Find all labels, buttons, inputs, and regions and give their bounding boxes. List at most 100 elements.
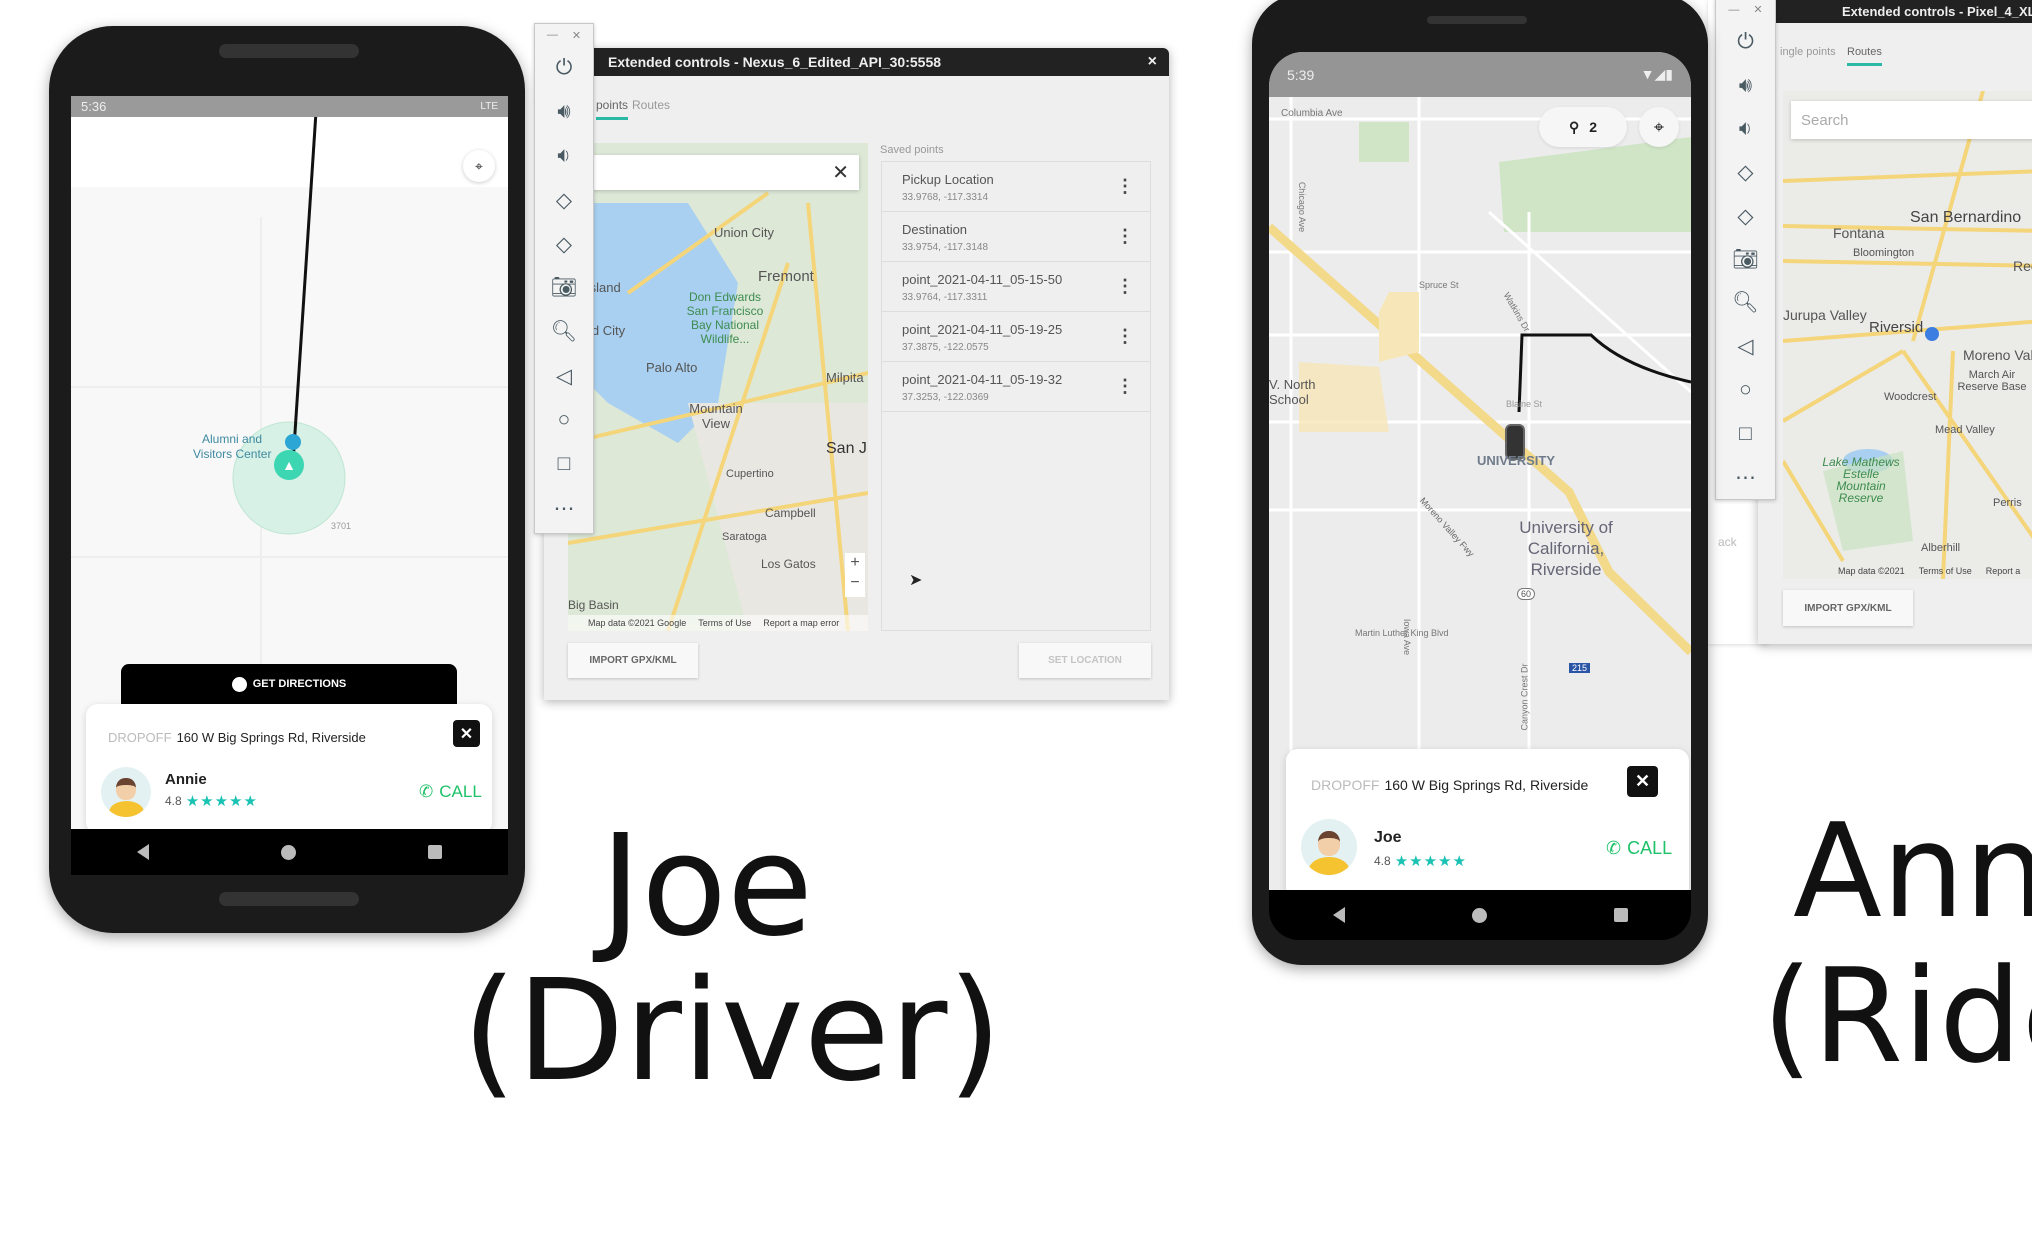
- home-icon[interactable]: ○: [558, 398, 571, 442]
- close-icon[interactable]: ✕: [572, 29, 581, 42]
- recents-icon[interactable]: [428, 845, 442, 859]
- rotate-left-icon[interactable]: ◇: [556, 178, 572, 222]
- status-bar: 5:39 ▼◢▮: [1269, 52, 1691, 97]
- kebab-menu-icon[interactable]: ⋮: [1116, 176, 1134, 197]
- kebab-menu-icon[interactable]: ⋮: [1116, 376, 1134, 397]
- volume-down-icon[interactable]: 🔉︎: [557, 134, 570, 178]
- camera-icon[interactable]: 📷︎: [551, 266, 578, 310]
- rotate-right-icon[interactable]: ◇: [556, 222, 572, 266]
- tab-single-points[interactable]: points: [596, 98, 629, 120]
- close-icon[interactable]: ✕: [1753, 3, 1762, 16]
- zoom-icon[interactable]: 🔍︎: [551, 310, 578, 354]
- point-coords: 33.9754, -117.3148: [902, 242, 989, 253]
- rating-value: 4.8: [1374, 854, 1391, 868]
- zoom-out-button[interactable]: −: [845, 573, 865, 593]
- saved-points-label: Saved points: [880, 144, 944, 156]
- person-pin-icon: ⚲: [1568, 118, 1580, 135]
- more-icon[interactable]: ⋯: [1735, 456, 1756, 499]
- more-icon[interactable]: ⋯: [554, 486, 575, 530]
- minimize-icon[interactable]: —: [1728, 4, 1739, 16]
- routes-map[interactable]: San Bernardino Fontana Bloomington Rec J…: [1783, 91, 2032, 579]
- zoom-in-button[interactable]: +: [845, 553, 865, 573]
- street-number: 3701: [331, 521, 352, 531]
- driver-screen: 5:36 LTE ▲ Alumni and Visitors Center 37…: [71, 96, 508, 829]
- terms-link[interactable]: Terms of Use: [698, 618, 751, 628]
- tab-single-points[interactable]: ingle points: [1780, 46, 1836, 58]
- map-search-input[interactable]: 37 ✕: [568, 155, 859, 190]
- call-button[interactable]: ✆ CALL: [1606, 838, 1672, 859]
- back-icon[interactable]: [1332, 907, 1345, 923]
- rider-count-chip[interactable]: ⚲ 2: [1539, 107, 1627, 147]
- route-search-input[interactable]: Search: [1791, 101, 2032, 139]
- saved-point-row[interactable]: Pickup Location 33.9768, -117.3314 ⋮: [882, 162, 1150, 212]
- speaker-grille-bottom: [219, 892, 359, 906]
- rotate-right-icon[interactable]: ◇: [1737, 195, 1753, 238]
- overview-icon[interactable]: □: [558, 442, 571, 486]
- map-label: Campbell: [765, 506, 816, 520]
- get-directions-button[interactable]: GET DIRECTIONS: [121, 664, 457, 704]
- home-icon[interactable]: ○: [1739, 369, 1752, 412]
- saved-point-row[interactable]: point_2021-04-11_05-19-32 37.3253, -122.…: [882, 362, 1150, 412]
- overview-icon[interactable]: □: [1739, 412, 1752, 455]
- minimize-icon[interactable]: —: [547, 29, 558, 41]
- saved-point-row[interactable]: point_2021-04-11_05-15-50 33.9764, -117.…: [882, 262, 1150, 312]
- terms-link[interactable]: Terms of Use: [1919, 566, 1972, 576]
- volume-up-icon[interactable]: 🔊︎: [557, 90, 570, 134]
- volume-up-icon[interactable]: 🔊︎: [1739, 64, 1752, 107]
- behind-text: ack: [1718, 535, 1737, 549]
- status-net: LTE: [480, 101, 498, 112]
- mouse-cursor-icon: ➤: [909, 572, 923, 589]
- dropoff-label: DROPOFF: [108, 730, 172, 745]
- route-line: [1517, 333, 1691, 413]
- kebab-menu-icon[interactable]: ⋮: [1116, 326, 1134, 347]
- my-location-button[interactable]: ⌖: [463, 150, 495, 182]
- recents-icon[interactable]: [1613, 908, 1628, 922]
- street-label: Columbia Ave: [1281, 108, 1343, 119]
- report-link[interactable]: Report a map error: [763, 618, 839, 628]
- map-label: Fremont: [758, 268, 814, 285]
- map-label: Los Gatos: [761, 557, 816, 571]
- import-gpx-kml-button[interactable]: IMPORT GPX/KML: [1783, 590, 1913, 626]
- point-coords: 33.9764, -117.3311: [902, 292, 988, 303]
- zoom-icon[interactable]: 🔍︎: [1732, 282, 1759, 325]
- home-icon[interactable]: [1471, 907, 1487, 923]
- avatar: [101, 767, 151, 817]
- map-label: Cupertino: [726, 468, 774, 480]
- report-link[interactable]: Report a: [1986, 566, 2021, 576]
- poi-label: University of California, Riverside: [1519, 518, 1613, 579]
- trip-card: DROPOFF 160 W Big Springs Rd, Riverside ✕…: [86, 704, 492, 829]
- tab-routes[interactable]: Routes: [632, 98, 670, 112]
- call-label: CALL: [439, 782, 482, 801]
- avatar: [1301, 819, 1357, 875]
- clear-search-icon[interactable]: ✕: [832, 160, 849, 185]
- power-icon[interactable]: ⏻: [556, 46, 573, 90]
- saved-point-row[interactable]: point_2021-04-11_05-19-25 37.3875, -122.…: [882, 312, 1150, 362]
- home-icon[interactable]: [281, 844, 296, 860]
- camera-icon[interactable]: 📷︎: [1732, 238, 1759, 281]
- kebab-menu-icon[interactable]: ⋮: [1116, 226, 1134, 247]
- poi-label-line2: Visitors Center: [193, 447, 272, 461]
- call-button[interactable]: ✆ CALL: [419, 782, 482, 802]
- star-icons: ★★★★★: [185, 793, 258, 810]
- back-icon[interactable]: [137, 844, 149, 860]
- kebab-menu-icon[interactable]: ⋮: [1116, 276, 1134, 297]
- import-gpx-kml-button[interactable]: IMPORT GPX/KML: [568, 643, 698, 678]
- rotate-left-icon[interactable]: ◇: [1737, 151, 1753, 194]
- close-window-button[interactable]: ×: [1148, 53, 1157, 71]
- my-location-button[interactable]: ⌖: [1639, 107, 1679, 147]
- power-icon[interactable]: ⏻: [1737, 21, 1754, 64]
- back-icon[interactable]: ◁: [1737, 325, 1753, 368]
- map-label: Lake Mathews Estelle Mountain Reserve: [1822, 455, 1900, 505]
- highway-shield: 60: [1517, 588, 1536, 600]
- close-card-button[interactable]: ✕: [1627, 766, 1658, 797]
- set-location-button[interactable]: SET LOCATION: [1019, 643, 1151, 678]
- back-icon[interactable]: ◁: [556, 354, 572, 398]
- close-card-button[interactable]: ✕: [453, 720, 480, 747]
- rider-name: Annie: [165, 771, 207, 788]
- volume-down-icon[interactable]: 🔉︎: [1739, 108, 1752, 151]
- location-map[interactable]: Union City Fremont air Island Don Edward…: [568, 143, 868, 631]
- saved-point-row[interactable]: Destination 33.9754, -117.3148 ⋮: [882, 212, 1150, 262]
- tab-routes[interactable]: Routes: [1847, 46, 1882, 66]
- rider-nav-bar: [1269, 890, 1691, 940]
- call-label: CALL: [1627, 838, 1673, 858]
